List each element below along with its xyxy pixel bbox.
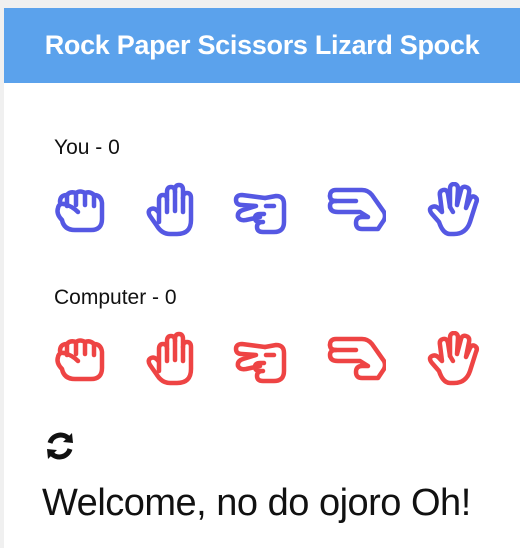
hand-paper-icon (146, 331, 194, 386)
computer-rock-icon-wrap (50, 331, 110, 387)
hand-paper-icon (146, 182, 194, 237)
player-score-label: You - 0 (54, 136, 120, 159)
player-rock-button[interactable] (50, 182, 110, 238)
hand-lizard-icon (327, 187, 386, 232)
hand-rock-icon (55, 189, 105, 233)
hand-rock-icon (55, 338, 105, 382)
computer-hand-row (50, 331, 490, 387)
app-header: Rock Paper Scissors Lizard Spock (4, 8, 520, 83)
player-spock-button[interactable] (424, 182, 484, 238)
computer-scissors-icon-wrap (230, 331, 290, 387)
computer-spock-icon-wrap (424, 331, 484, 387)
player-scissors-button[interactable] (230, 182, 290, 238)
refresh-icon (47, 432, 73, 460)
hand-scissors-icon (233, 341, 287, 384)
status-message: Welcome, no do ojoro Oh! (42, 482, 471, 524)
player-hand-row (50, 182, 490, 238)
player-lizard-button[interactable] (326, 182, 386, 238)
game-card: Rock Paper Scissors Lizard Spock You - 0 (4, 8, 520, 548)
player-paper-button[interactable] (142, 182, 202, 238)
hand-spock-icon (427, 331, 480, 386)
computer-score-label: Computer - 0 (54, 286, 177, 309)
app-title: Rock Paper Scissors Lizard Spock (44, 30, 480, 60)
hand-spock-icon (427, 182, 480, 237)
reset-button[interactable] (42, 428, 78, 464)
hand-scissors-icon (233, 192, 287, 235)
computer-paper-icon-wrap (142, 331, 202, 387)
hand-lizard-icon (327, 336, 386, 381)
computer-lizard-icon-wrap (326, 331, 386, 387)
